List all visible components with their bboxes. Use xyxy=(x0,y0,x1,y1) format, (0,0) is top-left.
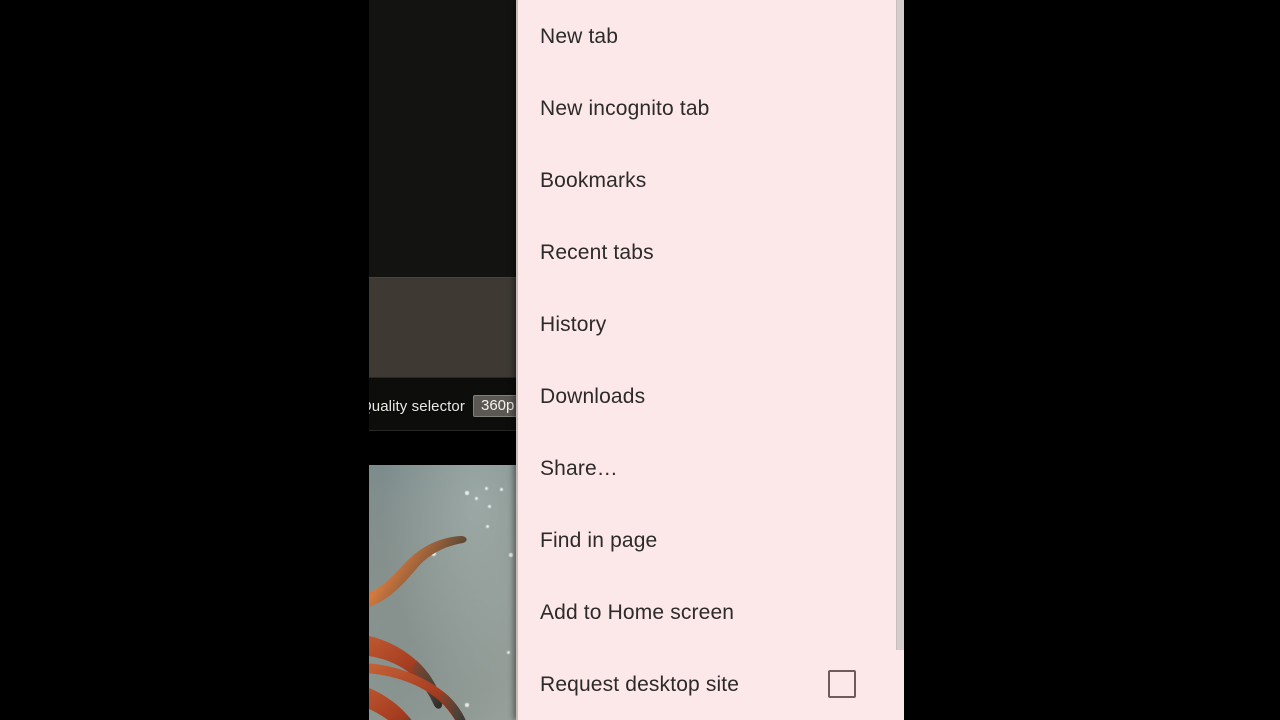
video-speck xyxy=(485,487,488,490)
menu-item-label: Add to Home screen xyxy=(540,600,735,624)
menu-item-bookmarks[interactable]: Bookmarks xyxy=(516,144,904,216)
menu-item-new-tab[interactable]: New tab xyxy=(516,0,904,72)
menu-item-label: Request desktop site xyxy=(540,672,740,696)
menu-item-request-desktop-site[interactable]: Request desktop site xyxy=(516,648,904,720)
menu-item-find-in-page[interactable]: Find in page xyxy=(516,504,904,576)
menu-scrollbar-thumb[interactable] xyxy=(896,0,904,650)
screen: Quality selector 360p New tab New incogn… xyxy=(0,0,1280,720)
video-black-gap xyxy=(369,431,516,465)
menu-item-downloads[interactable]: Downloads xyxy=(516,360,904,432)
menu-item-label: History xyxy=(540,312,607,336)
menu-scrollbar-track[interactable] xyxy=(896,0,904,720)
menu-item-label: New tab xyxy=(540,24,619,48)
video-speck xyxy=(488,505,491,508)
menu-item-label: Downloads xyxy=(540,384,646,408)
menu-item-label: Find in page xyxy=(540,528,658,552)
browser-overflow-menu[interactable]: New tab New incognito tab Bookmarks Rece… xyxy=(516,0,904,720)
menu-item-new-incognito-tab[interactable]: New incognito tab xyxy=(516,72,904,144)
quality-value-badge: 360p xyxy=(472,395,516,417)
background-app-area: Quality selector 360p xyxy=(369,0,516,720)
menu-item-share[interactable]: Share… xyxy=(516,432,904,504)
menu-item-list: New tab New incognito tab Bookmarks Rece… xyxy=(516,0,904,720)
right-letterbox xyxy=(904,0,1280,720)
video-frame[interactable] xyxy=(369,465,516,720)
video-speck xyxy=(475,497,478,500)
video-speck xyxy=(465,491,469,495)
menu-item-label: Bookmarks xyxy=(540,168,647,192)
video-speck xyxy=(500,488,503,491)
request-desktop-site-checkbox[interactable] xyxy=(828,670,856,698)
video-top-dark-region xyxy=(369,0,516,277)
menu-item-recent-tabs[interactable]: Recent tabs xyxy=(516,216,904,288)
claw-shapes xyxy=(369,536,467,720)
menu-item-label: Share… xyxy=(540,456,618,480)
menu-item-add-to-home-screen[interactable]: Add to Home screen xyxy=(516,576,904,648)
settings-sheet-panel xyxy=(369,277,516,378)
quality-selector-label: Quality selector xyxy=(369,397,465,415)
menu-item-label: New incognito tab xyxy=(540,96,710,120)
menu-item-label: Recent tabs xyxy=(540,240,654,264)
quality-selector-row[interactable]: Quality selector 360p xyxy=(369,382,516,431)
left-letterbox xyxy=(0,0,369,720)
menu-item-history[interactable]: History xyxy=(516,288,904,360)
